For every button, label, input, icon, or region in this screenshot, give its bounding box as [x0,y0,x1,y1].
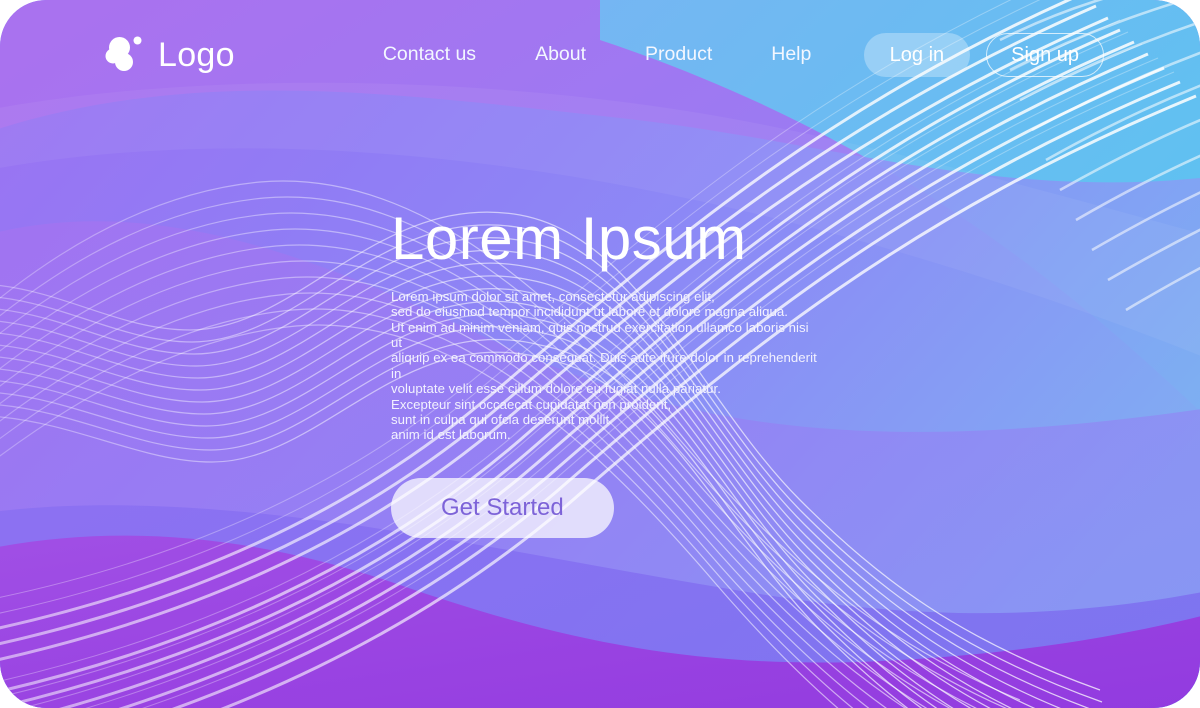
nav-item-product[interactable]: Product [645,37,712,73]
hero-body-text: Lorem ipsum dolor sit amet, consectetur … [391,288,817,443]
auth-actions: Log in Sign up [863,33,1104,77]
brand-name: Logo [158,36,235,74]
login-button[interactable]: Log in [863,33,971,77]
signup-button[interactable]: Sign up [986,33,1104,77]
blob-cluster-icon [105,36,142,71]
nav-item-contact-us[interactable]: Contact us [383,37,476,73]
landing-page: Logo Contact us About Product Help Log i… [0,0,1200,708]
hero-section: Lorem Ipsum Lorem ipsum dolor sit amet, … [391,205,861,538]
nav-item-about[interactable]: About [535,37,586,73]
brand-logo[interactable]: Logo [104,34,235,76]
nav-item-help[interactable]: Help [771,37,811,73]
hero-title: Lorem Ipsum [391,205,747,272]
get-started-button[interactable]: Get Started [391,477,614,538]
site-header: Logo Contact us About Product Help Log i… [0,0,1200,110]
main-nav: Contact us About Product Help [383,37,812,73]
